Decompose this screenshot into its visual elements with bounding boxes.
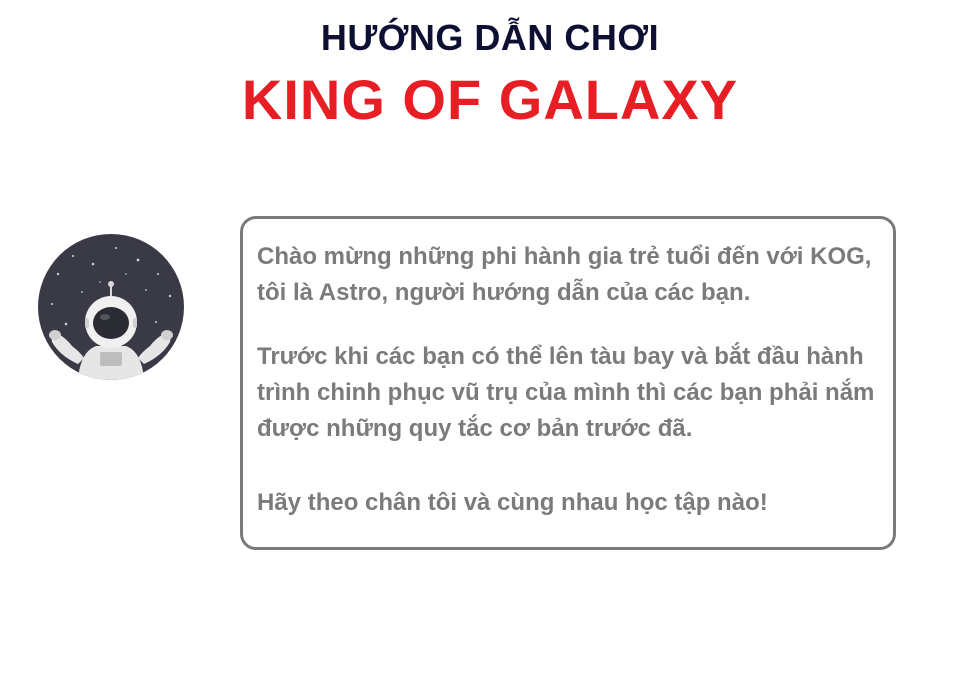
page-title: KING OF GALAXY	[241, 68, 739, 131]
guide-speech-box: Chào mừng những phi hành gia trẻ tuổi đế…	[240, 216, 896, 550]
guide-paragraph-rules: Trước khi các bạn có thể lên tàu bay và …	[257, 343, 875, 442]
astronaut-avatar	[38, 234, 184, 380]
guide-paragraph-follow: Hãy theo chân tôi và cùng nhau học tập n…	[257, 489, 768, 516]
guide-page: HƯỚNG DẪN CHƠI KING OF GALAXY Chào mừng …	[0, 0, 980, 700]
page-subtitle: HƯỚNG DẪN CHƠI	[320, 17, 660, 58]
guide-paragraph-welcome: Chào mừng những phi hành gia trẻ tuổi đế…	[257, 243, 872, 306]
astronaut-icon	[38, 234, 184, 380]
